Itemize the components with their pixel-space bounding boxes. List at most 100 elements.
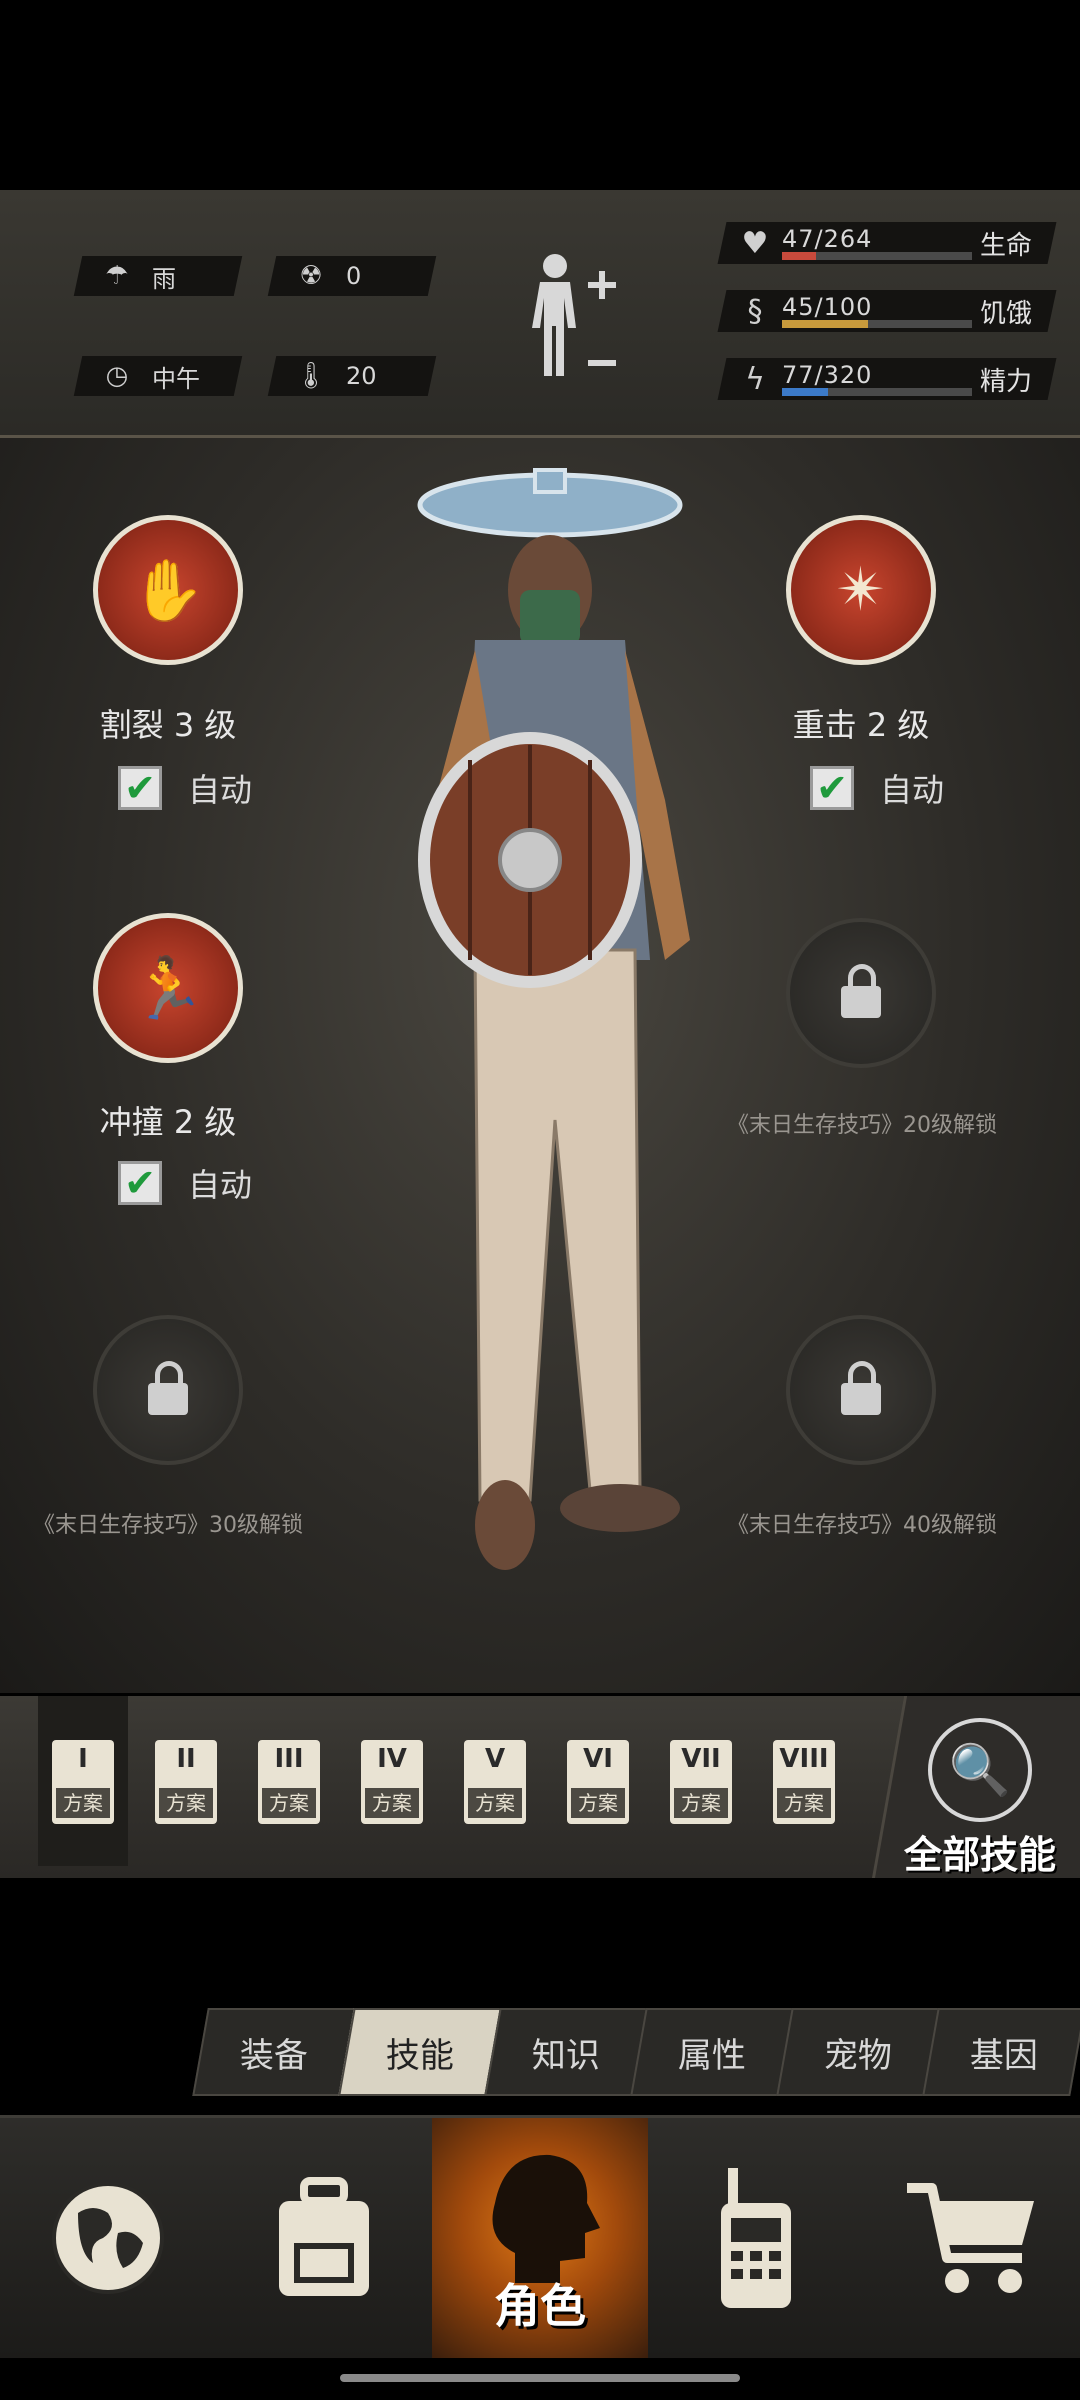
tab-pets[interactable]: 宠物 [776, 2008, 940, 2096]
time-pill: ◷ 中午 [73, 356, 243, 396]
locked-skill-slot[interactable] [786, 1315, 936, 1465]
nav-backpack[interactable] [216, 2118, 432, 2358]
plan-number: VI [583, 1744, 613, 1774]
clock-icon: ◷ [105, 361, 129, 391]
temperature-pill: 🌡 20 [267, 356, 437, 396]
tab-label: 知识 [532, 2035, 600, 2076]
plan-number: V [484, 1744, 506, 1774]
charge-skill-icon: 🏃 [130, 953, 206, 1024]
auto-checkbox[interactable]: ✔ [810, 766, 854, 810]
plan-label: 方案 [159, 1788, 213, 1818]
auto-checkbox[interactable]: ✔ [118, 1161, 162, 1205]
plan-label: 方案 [571, 1788, 625, 1818]
tab-label: 属性 [678, 2035, 746, 2076]
tab-skills[interactable]: 技能 [338, 2008, 502, 2096]
plan-4-button[interactable]: IV 方案 [361, 1740, 423, 1824]
plan-6-button[interactable]: VI 方案 [567, 1740, 629, 1824]
top-band [0, 0, 1080, 190]
weather-pill: ☂ 雨 [73, 256, 243, 296]
hunger-value: 45/100 [782, 293, 873, 321]
hunger-bar [782, 320, 972, 328]
skill-heavy-strike-name: 重击 2 级 [792, 706, 930, 744]
status-panel: ☂ 雨 ☢ 0 ◷ 中午 🌡 20 ♥ 47/264 生命 § 45/100 饥… [0, 190, 1080, 438]
plan-number: IV [377, 1744, 407, 1774]
plan-2-button[interactable]: II 方案 [155, 1740, 217, 1824]
hunger-label: 饥饿 [979, 299, 1032, 329]
health-stat: ♥ 47/264 生命 [717, 222, 1057, 264]
weather-value: 雨 [152, 264, 176, 293]
laceration-skill-icon: ✋ [130, 555, 206, 626]
plan-label: 方案 [674, 1788, 728, 1818]
skill-charge-auto[interactable]: ✔ 自动 [118, 1160, 252, 1206]
skill-laceration-name: 割裂 3 级 [99, 706, 237, 744]
plan-number: VIII [779, 1744, 829, 1774]
plan-3-button[interactable]: III 方案 [258, 1740, 320, 1824]
thermometer-icon: 🌡 [294, 361, 328, 391]
tab-label: 基因 [970, 2035, 1038, 2076]
temperature-value: 20 [346, 362, 377, 390]
skill-laceration-auto[interactable]: ✔ 自动 [118, 765, 252, 811]
locked-skill-slot[interactable] [93, 1315, 243, 1465]
tab-attributes[interactable]: 属性 [630, 2008, 794, 2096]
auto-label: 自动 [188, 1166, 253, 1204]
skill-charge-name: 冲撞 2 级 [99, 1103, 237, 1141]
plan-label: 方案 [262, 1788, 316, 1818]
energy-label: 精力 [979, 367, 1032, 397]
all-skills-label: 全部技能 [903, 1833, 1056, 1877]
nav-radio[interactable] [648, 2118, 864, 2358]
human-figure-icon [532, 254, 616, 376]
shopping-cart-icon [907, 2183, 1034, 2293]
skill-laceration-button[interactable]: ✋ [93, 515, 243, 665]
plan-label: 方案 [56, 1788, 110, 1818]
backpack-icon [279, 2177, 369, 2296]
tab-label: 技能 [386, 2035, 454, 2076]
auto-checkbox[interactable]: ✔ [118, 766, 162, 810]
energy-icon: ϟ [745, 361, 765, 397]
plan-7-button[interactable]: VII 方案 [670, 1740, 732, 1824]
skill-charge-button[interactable]: 🏃 [93, 913, 243, 1063]
unlock-requirement: 《末日生存技巧》30级解锁 [33, 1513, 303, 1538]
plan-8-button[interactable]: VIII 方案 [773, 1740, 835, 1824]
walkie-talkie-icon [721, 2168, 791, 2308]
plan-number: VII [681, 1744, 721, 1774]
skill-heavy-strike-button[interactable]: ✴ [786, 515, 936, 665]
tab-label: 宠物 [824, 2035, 892, 2076]
plan-5-button[interactable]: V 方案 [464, 1740, 526, 1824]
nav-shop[interactable] [864, 2118, 1080, 2358]
home-indicator[interactable] [340, 2374, 740, 2382]
all-skills-button[interactable]: 🔍 全部技能 [880, 1718, 1080, 1879]
bottom-nav: 角色 [0, 2115, 1080, 2358]
lock-icon [148, 1361, 188, 1415]
nav-character[interactable]: 角色 [432, 2118, 648, 2358]
plan-number: III [274, 1744, 304, 1774]
radiation-icon: ☢ [299, 261, 323, 291]
plan-1-button[interactable]: I 方案 [52, 1740, 114, 1824]
radiation-pill: ☢ 0 [267, 256, 437, 296]
nav-world-map[interactable] [0, 2118, 216, 2358]
energy-stat: ϟ 77/320 精力 [717, 358, 1057, 400]
radiation-value: 0 [346, 262, 362, 290]
health-value: 47/264 [782, 225, 873, 253]
rain-icon: ☂ [105, 261, 129, 291]
auto-label: 自动 [188, 771, 253, 809]
character-tabs: 装备 技能 知识 属性 宠物 基因 [192, 2008, 1080, 2096]
health-label: 生命 [979, 231, 1032, 261]
unlock-requirement: 《末日生存技巧》40级解锁 [727, 1513, 997, 1538]
tab-equipment[interactable]: 装备 [192, 2008, 356, 2096]
skill-heavy-strike-auto[interactable]: ✔ 自动 [810, 765, 944, 811]
stomach-icon: § [747, 293, 763, 329]
hunger-stat: § 45/100 饥饿 [717, 290, 1057, 332]
body-status-button[interactable] [520, 246, 630, 396]
document-search-icon: 🔍 [928, 1718, 1032, 1822]
energy-bar [782, 388, 972, 396]
unlock-requirement: 《末日生存技巧》20级解锁 [727, 1113, 997, 1138]
plan-number: I [78, 1744, 88, 1774]
character-illustration [417, 468, 690, 1570]
tab-genes[interactable]: 基因 [922, 2008, 1080, 2096]
skill-plan-bar: I 方案 II 方案 III 方案 IV 方案 V 方案 VI 方案 VII 方… [0, 1696, 1080, 1878]
tab-knowledge[interactable]: 知识 [484, 2008, 648, 2096]
auto-label: 自动 [880, 771, 945, 809]
heart-icon: ♥ [741, 225, 769, 261]
locked-skill-slot[interactable] [786, 918, 936, 1068]
health-bar [782, 252, 972, 260]
